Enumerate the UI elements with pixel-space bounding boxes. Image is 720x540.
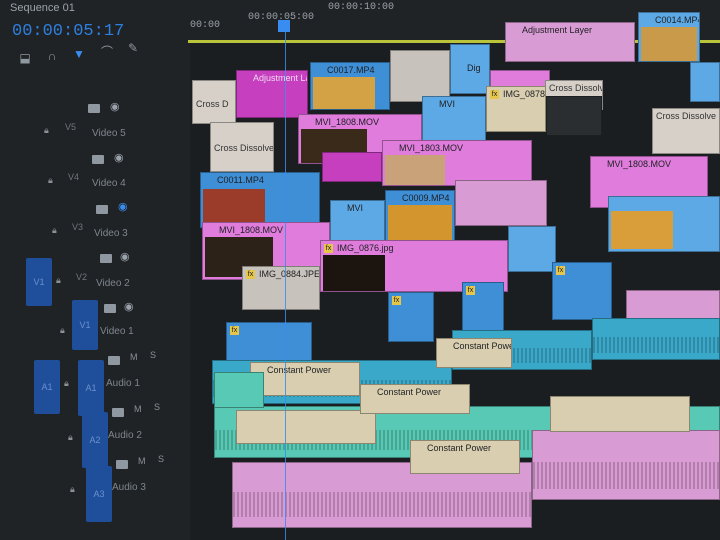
clip-constant-power[interactable]: Constant Power — [410, 440, 520, 474]
film-icon[interactable] — [96, 205, 108, 214]
clip-video[interactable] — [546, 96, 602, 136]
source-patch-label: V1 — [33, 277, 45, 287]
track-name-video5: Video 5 — [92, 128, 126, 139]
clip-c0009[interactable] — [608, 196, 720, 252]
track-target-a2[interactable]: A2 — [82, 412, 108, 468]
clip-cross-dissolve[interactable]: Cross D — [192, 80, 236, 124]
eye-icon[interactable]: ◉ — [110, 100, 120, 113]
playhead-line[interactable] — [285, 20, 286, 540]
film-icon[interactable] — [104, 304, 116, 313]
eye-icon[interactable]: ◉ — [114, 151, 124, 164]
ruler-timecode: 00:00:10:00 — [328, 2, 395, 13]
clip-audio-linked[interactable]: fx — [552, 262, 612, 320]
clip-adjustment-layer[interactable]: Adjustment Layer — [505, 22, 635, 62]
eye-icon[interactable]: ◉ — [120, 250, 130, 263]
solo-button[interactable]: S — [150, 350, 156, 360]
snap-icon[interactable]: ⬓ — [18, 52, 32, 64]
clip-magenta[interactable] — [322, 152, 382, 182]
film-icon[interactable] — [92, 155, 104, 164]
clip-img-0878[interactable]: fxIMG_0878.jp — [486, 86, 546, 132]
track-target-label: A3 — [93, 489, 105, 499]
track-target-label: A2 — [89, 435, 101, 445]
mute-button[interactable]: M — [130, 352, 138, 362]
clip-constant-power[interactable] — [236, 410, 376, 444]
clip-dig[interactable]: Dig — [450, 44, 490, 94]
track-target-a1[interactable]: A1 — [78, 360, 104, 416]
track-name-video1: Video 1 — [100, 326, 134, 337]
film-icon[interactable] — [108, 356, 120, 365]
track-name-video3: Video 3 — [94, 228, 128, 239]
lock-icon[interactable]: 🔒︎ — [56, 275, 61, 286]
track-target-v3[interactable]: V3 — [72, 222, 83, 232]
track-target-v2[interactable]: V2 — [76, 272, 87, 282]
clip-cross-dissolve[interactable]: Cross Dissolve — [210, 122, 274, 172]
lock-icon[interactable]: 🔒︎ — [70, 484, 75, 495]
track-name-audio3: Audio 3 — [112, 482, 146, 493]
ruler-timecode: 00:00 — [190, 20, 221, 31]
lock-icon[interactable]: 🔒︎ — [48, 175, 53, 186]
source-patch-label: A1 — [41, 382, 53, 392]
track-target-label: A1 — [85, 383, 97, 393]
clip-video[interactable] — [690, 62, 720, 102]
wrench-icon[interactable]: ✎ — [126, 42, 140, 54]
clip-pink[interactable] — [455, 180, 547, 226]
clip-c0011[interactable]: C0011.MP4 — [200, 172, 320, 228]
clip-c0009[interactable]: C0009.MP4 — [385, 190, 455, 246]
track-target-label: V1 — [79, 320, 91, 330]
clip-mvi[interactable] — [508, 226, 556, 272]
clip-c0017[interactable]: C0017.MP4 — [310, 62, 390, 110]
clip-audio-linked[interactable]: fx — [462, 282, 504, 332]
solo-button[interactable]: S — [154, 402, 160, 412]
clip-audio-a1[interactable] — [592, 318, 720, 360]
source-patch-a1[interactable]: A1 — [34, 360, 60, 414]
playhead-handle[interactable] — [278, 20, 290, 32]
clip-adjustment-layer[interactable]: Adjustment Lay — [236, 70, 308, 118]
clip-constant-power[interactable] — [550, 396, 690, 432]
film-icon[interactable] — [116, 460, 128, 469]
film-icon[interactable] — [112, 408, 124, 417]
mute-button[interactable]: M — [138, 456, 146, 466]
mute-button[interactable]: M — [134, 404, 142, 414]
eye-icon[interactable]: ◉ — [118, 200, 128, 213]
playhead-timecode[interactable]: 00:00:05:17 — [12, 22, 124, 41]
linked-icon[interactable]: ∩ — [45, 50, 59, 62]
clip-cross-dissolve[interactable]: Cross Dissolve — [652, 108, 720, 154]
lock-icon[interactable]: 🔒︎ — [52, 225, 57, 236]
track-target-v4[interactable]: V4 — [68, 172, 79, 182]
track-name-audio1: Audio 1 — [106, 378, 140, 389]
lock-icon[interactable]: 🔒︎ — [44, 125, 49, 136]
track-name-video4: Video 4 — [92, 178, 126, 189]
clip-constant-power[interactable]: Constant Power — [360, 384, 470, 414]
lock-icon[interactable]: 🔒︎ — [60, 325, 65, 336]
source-patch-v1[interactable]: V1 — [26, 258, 52, 306]
film-icon[interactable] — [88, 104, 100, 113]
clip-audio-a3[interactable] — [532, 430, 720, 500]
clip-audio-a2[interactable] — [214, 372, 264, 408]
clip-still[interactable] — [390, 50, 450, 102]
track-name-audio2: Audio 2 — [108, 430, 142, 441]
eye-icon[interactable]: ◉ — [124, 300, 134, 313]
add-marker-icon[interactable]: ⌒ — [100, 46, 114, 58]
clip-constant-power[interactable]: Constant Power — [250, 362, 360, 396]
clip-c0014[interactable]: C0014.MP4 — [638, 12, 700, 62]
track-target-v1[interactable]: V1 — [72, 300, 98, 350]
track-name-video2: Video 2 — [96, 278, 130, 289]
film-icon[interactable] — [100, 254, 112, 263]
clip-constant-power[interactable]: Constant Power — [436, 338, 512, 368]
sequence-tab[interactable]: Sequence 01 — [10, 2, 75, 14]
clip-audio-linked[interactable]: fx — [388, 292, 434, 342]
track-target-a3[interactable]: A3 — [86, 466, 112, 522]
clip-mvi[interactable]: MVI — [422, 96, 486, 142]
lock-icon[interactable]: 🔒︎ — [64, 378, 69, 389]
solo-button[interactable]: S — [158, 454, 164, 464]
track-target-v5[interactable]: V5 — [65, 122, 76, 132]
clip-img-0884[interactable]: fx IMG_0884.JPE — [242, 266, 320, 310]
lock-icon[interactable]: 🔒︎ — [68, 432, 73, 443]
marker-icon[interactable]: ▼ — [72, 48, 86, 60]
